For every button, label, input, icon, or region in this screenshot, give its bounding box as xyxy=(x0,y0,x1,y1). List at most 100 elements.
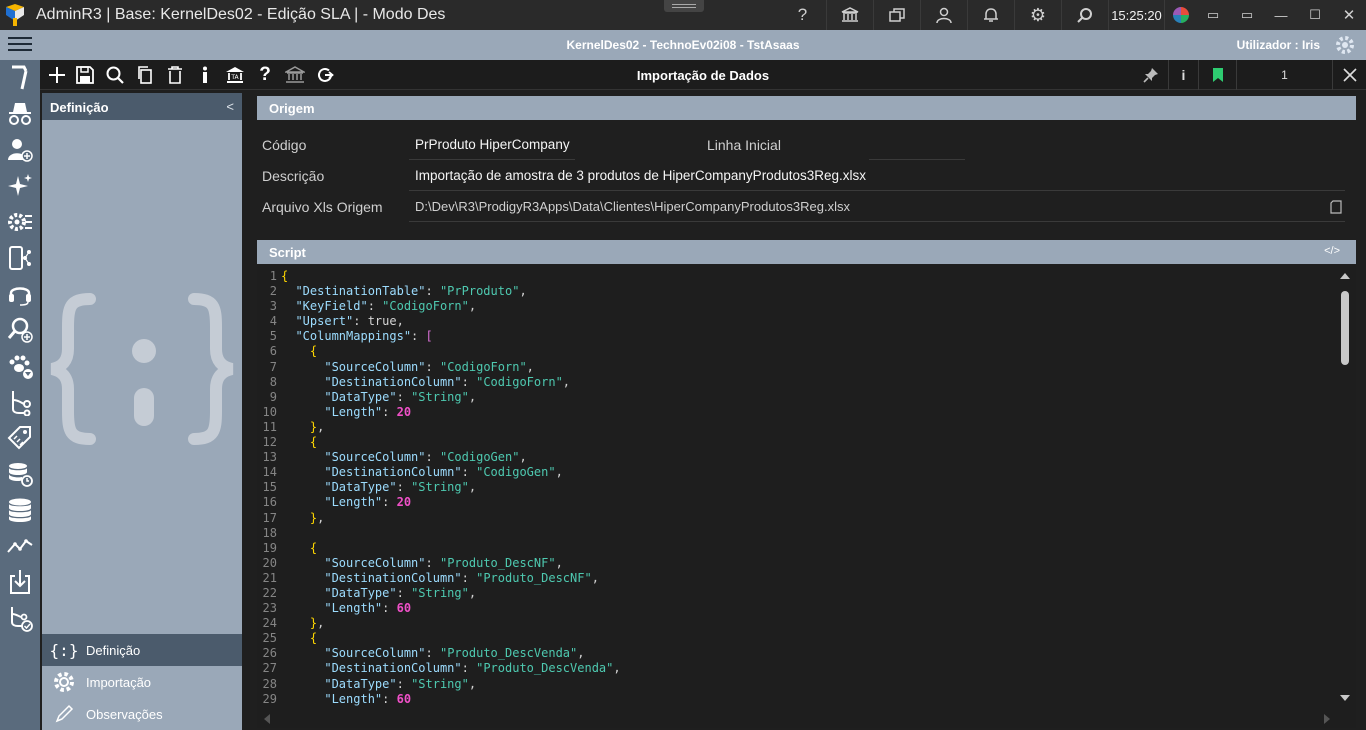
code-text: "SourceColumn": "Produto_DescNF", xyxy=(324,555,563,570)
line-number: 5 xyxy=(269,329,277,344)
nav-importacao[interactable]: Importação xyxy=(42,666,242,698)
color-wheel-icon[interactable] xyxy=(1164,0,1196,30)
code-text: { xyxy=(309,631,318,646)
close-button[interactable]: ✕ xyxy=(1332,0,1366,30)
rail-flow-icon[interactable] xyxy=(0,384,40,420)
line-number: 28 xyxy=(262,676,277,691)
code-line: 9 "DataType": "String", xyxy=(257,390,621,405)
bell-icon[interactable] xyxy=(967,0,1014,30)
code-text: "DataType": "String", xyxy=(324,389,477,404)
help-icon[interactable]: ? xyxy=(250,60,280,90)
code-text: "Length": 20 xyxy=(324,495,412,510)
title-bar: AdminR3 | Base: KernelDes02 - Edição SLA… xyxy=(0,0,1366,30)
rail-download-icon[interactable] xyxy=(0,564,40,600)
maximize-button[interactable]: ☐ xyxy=(1298,0,1332,30)
rail-incognito-icon[interactable] xyxy=(0,96,40,132)
code-line: 23 "Length": 60 xyxy=(257,601,621,616)
tablet-mode-icon[interactable]: ▭ xyxy=(1196,0,1230,30)
codigo-field[interactable]: PrProduto HiperCompany xyxy=(409,130,575,160)
code-line: 15 "DataType": "String", xyxy=(257,480,621,495)
module-rail xyxy=(0,60,40,730)
rail-add-user-icon[interactable] xyxy=(0,132,40,168)
bank-text-icon[interactable]: TA xyxy=(220,60,250,90)
rail-gear-network-icon[interactable] xyxy=(0,204,40,240)
line-number: 22 xyxy=(262,585,277,600)
user-icon[interactable] xyxy=(920,0,967,30)
code-line: 12 { xyxy=(257,435,621,450)
app-logo-icon xyxy=(0,0,30,30)
code-text: "DestinationTable": "PrProduto", xyxy=(295,284,527,299)
code-text: "DataType": "String", xyxy=(324,480,477,495)
code-line: 25 { xyxy=(257,631,621,646)
institution-icon[interactable] xyxy=(280,60,310,90)
save-icon[interactable] xyxy=(70,60,100,90)
code-line: 21 "DestinationColumn": "Produto_DescNF"… xyxy=(257,571,621,586)
line-number: 14 xyxy=(262,465,277,480)
search-icon[interactable] xyxy=(100,60,130,90)
pin-icon[interactable] xyxy=(1136,60,1166,90)
rail-broom-icon[interactable] xyxy=(0,60,40,96)
code-text: { xyxy=(281,269,289,283)
line-number: 3 xyxy=(269,299,277,314)
rail-tags-icon[interactable] xyxy=(0,420,40,456)
refresh-icon[interactable] xyxy=(310,60,340,90)
rail-database-refresh-icon[interactable] xyxy=(0,456,40,492)
code-line: 10 "Length": 20 xyxy=(257,405,621,420)
code-view-icon[interactable]: </> xyxy=(1324,245,1340,257)
rail-paw-filter-icon[interactable] xyxy=(0,348,40,384)
collapse-panel-icon[interactable]: < xyxy=(226,99,234,114)
info-icon[interactable] xyxy=(190,60,220,90)
close-form-icon[interactable] xyxy=(1332,60,1366,90)
bank-icon[interactable] xyxy=(826,0,873,30)
code-text: "DestinationColumn": "Produto_DescVenda"… xyxy=(324,661,621,676)
drag-handle[interactable] xyxy=(664,0,704,12)
monitor-icon[interactable]: ▭ xyxy=(1230,0,1264,30)
code-line: 29 "Length": 60 xyxy=(257,692,621,707)
rail-headset-icon[interactable] xyxy=(0,276,40,312)
line-number: 29 xyxy=(262,691,277,706)
bookmark-icon[interactable] xyxy=(1198,60,1236,90)
code-text: "Length": 60 xyxy=(324,601,412,616)
file-browse-icon[interactable] xyxy=(1330,200,1342,219)
rail-mobile-share-icon[interactable] xyxy=(0,240,40,276)
minimize-button[interactable]: — xyxy=(1264,0,1298,30)
app-window: AdminR3 | Base: KernelDes02 - Edição SLA… xyxy=(0,0,1366,730)
horizontal-scrollbar[interactable] xyxy=(262,712,1332,726)
line-number: 27 xyxy=(262,661,277,676)
rail-sparkle-icon[interactable] xyxy=(0,168,40,204)
copy-icon[interactable] xyxy=(130,60,160,90)
line-number: 6 xyxy=(269,344,277,359)
linha-inicial-field[interactable] xyxy=(869,130,965,160)
code-line: 5 "ColumnMappings": [ xyxy=(257,329,621,344)
code-line: 6 { xyxy=(257,344,621,359)
code-line: 1{ xyxy=(257,269,621,284)
line-number: 12 xyxy=(262,435,277,450)
code-line: 8 "DestinationColumn": "CodigoForn", xyxy=(257,375,621,390)
vertical-scrollbar[interactable] xyxy=(1338,269,1350,705)
line-number: 21 xyxy=(262,570,277,585)
line-number: 13 xyxy=(262,450,277,465)
rail-flow-check-icon[interactable] xyxy=(0,600,40,636)
help-icon[interactable]: ? xyxy=(779,0,826,30)
rail-search-add-icon[interactable] xyxy=(0,312,40,348)
origem-section-header: Origem xyxy=(257,96,1356,120)
search-icon[interactable] xyxy=(1061,0,1108,30)
delete-icon[interactable] xyxy=(160,60,190,90)
descricao-field[interactable]: Importação de amostra de 3 produtos de H… xyxy=(409,161,1345,191)
rail-database-icon[interactable] xyxy=(0,492,40,528)
settings-gear-icon[interactable]: ⚙ xyxy=(1014,0,1061,30)
rail-line-chart-icon[interactable] xyxy=(0,528,40,564)
windows-icon[interactable] xyxy=(873,0,920,30)
script-editor[interactable]: 1{2 "DestinationTable": "PrProduto", 3 "K… xyxy=(257,265,1356,728)
code-line: 22 "DataType": "String", xyxy=(257,586,621,601)
nav-definicao[interactable]: {:} Definição xyxy=(42,634,242,666)
user-settings-gear-icon[interactable] xyxy=(1334,34,1356,56)
line-number: 4 xyxy=(269,314,277,329)
vertical-scrollbar-thumb[interactable] xyxy=(1341,291,1349,365)
info-button[interactable]: i xyxy=(1168,60,1198,90)
line-number: 18 xyxy=(262,525,277,540)
code-text: "Length": 60 xyxy=(324,691,412,706)
add-icon[interactable] xyxy=(42,60,72,90)
arquivo-field[interactable]: D:\Dev\R3\ProdigyR3Apps\Data\Clientes\Hi… xyxy=(409,192,1345,222)
nav-observacoes[interactable]: Observações xyxy=(42,698,242,730)
